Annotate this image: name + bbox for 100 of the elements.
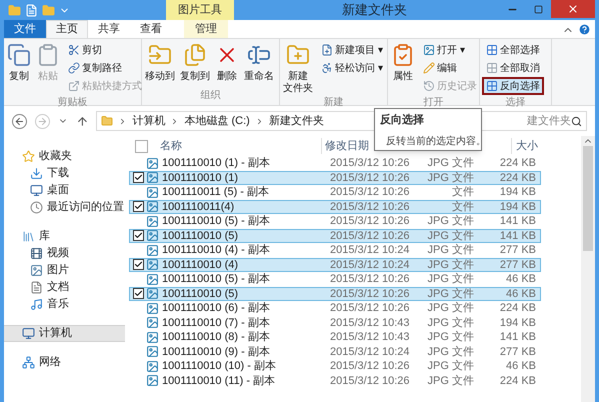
file-row[interactable]: 1001110010 (7) - 副本 2015/3/12 10:43 JPG 文件 194 KB xyxy=(129,316,541,330)
up-button[interactable] xyxy=(76,114,88,128)
group-label: 打开 xyxy=(422,96,444,110)
checkbox-icon[interactable] xyxy=(132,288,144,300)
select-all-checkbox[interactable] xyxy=(135,140,148,152)
ribbon-button[interactable]: 反向选择 xyxy=(482,77,544,95)
file-name: 1001110010 (1) xyxy=(162,170,240,186)
sidebar-item[interactable]: 文档 xyxy=(4,279,125,296)
sidebar-item[interactable]: 收藏夹 xyxy=(4,148,125,165)
file-type: JPG 文件 xyxy=(426,156,474,171)
file-row[interactable]: 1001110010 (1) 2015/3/12 10:26 JPG 文件 224 KB xyxy=(129,170,541,185)
modified-date: 2015/3/12 10:43 xyxy=(330,330,411,345)
file-row[interactable]: 1001110010 (5) - 副本 2015/3/12 10:26 JPG 文件 46 KB xyxy=(129,272,541,286)
ribbon-button[interactable]: 复制路径 xyxy=(64,59,146,77)
back-button[interactable] xyxy=(12,114,27,128)
ribbon-button[interactable]: 剪切 xyxy=(64,41,146,59)
checkbox-icon[interactable] xyxy=(132,230,144,242)
file-name: 1001110010 (5) xyxy=(162,228,240,244)
file-type: 文件 xyxy=(451,200,474,214)
ribbon-button[interactable]: 新建 文件夹 xyxy=(282,39,314,95)
image-file-icon xyxy=(146,345,159,358)
file-type: JPG 文件 xyxy=(426,242,474,258)
file-row[interactable]: 1001110010 (9) - 副本 2015/3/12 10:24 JPG 文件 277 KB xyxy=(129,344,541,359)
ribbon-button[interactable]: 复制 xyxy=(6,39,32,83)
ribbon-button[interactable]: 编辑 xyxy=(419,59,481,77)
open-icon xyxy=(423,44,435,56)
checkbox-icon[interactable] xyxy=(132,259,144,270)
ribbon-tab[interactable]: 主页 xyxy=(46,20,88,38)
file-row[interactable]: 1001110010 (4) - 副本 2015/3/12 10:24 JPG 文件 277 KB xyxy=(129,243,541,258)
close-button[interactable] xyxy=(551,0,595,18)
file-type: JPG 文件 xyxy=(426,272,474,287)
sidebar-item[interactable]: 最近访问的位置 xyxy=(4,199,125,216)
checkbox-icon[interactable] xyxy=(132,172,144,184)
column-header[interactable]: 大小 xyxy=(511,138,571,154)
file-name: 1001110010 (4) xyxy=(162,258,240,272)
modified-date: 2015/3/12 10:26 xyxy=(330,228,411,244)
file-type: 文件 xyxy=(451,184,474,200)
file-tab[interactable]: 文件 xyxy=(4,20,46,38)
breadcrumb[interactable]: 新建文件夹 xyxy=(268,112,324,130)
file-type: JPG 文件 xyxy=(426,374,474,388)
computer-icon xyxy=(22,327,35,340)
sidebar-item[interactable]: 图片 xyxy=(4,262,125,279)
file-type: JPG 文件 xyxy=(426,316,474,330)
file-row[interactable]: 1001110010 (1) - 副本 2015/3/12 10:26 JPG 文件 224 KB xyxy=(129,156,541,170)
file-name: 1001110010 (1) - 副本 xyxy=(162,156,271,171)
ribbon-button[interactable]: 打开 ▾ xyxy=(419,41,481,59)
ribbon-button[interactable]: 复制到 xyxy=(179,39,211,83)
modified-date: 2015/3/12 10:24 xyxy=(330,344,411,360)
file-row[interactable]: 1001110010 (8) - 副本 2015/3/12 10:43 JPG 文件 141 KB xyxy=(129,330,541,344)
image-file-icon xyxy=(146,214,159,228)
modified-date: 2015/3/12 10:26 xyxy=(330,359,411,374)
modified-date: 2015/3/12 10:26 xyxy=(330,185,411,200)
checkbox-icon[interactable] xyxy=(132,201,144,212)
ribbon-tab[interactable]: 查看 xyxy=(130,20,172,38)
file-type: JPG 文件 xyxy=(426,214,474,229)
file-row[interactable]: 1001110010 (10) - 副本 2015/3/12 10:26 JPG 文件 46 KB xyxy=(129,359,541,374)
ribbon-tab[interactable]: 共享 xyxy=(88,20,130,38)
ribbon-button[interactable]: 重命名 xyxy=(243,39,275,83)
ribbon-tab[interactable]: 管理 xyxy=(184,20,228,38)
file-size: 194 KB xyxy=(498,185,536,200)
sidebar-item[interactable]: 库 xyxy=(4,228,125,245)
scrollbar[interactable] xyxy=(581,136,595,402)
modified-date: 2015/3/12 10:26 xyxy=(330,170,411,186)
file-row[interactable]: 1001110010 (5) 2015/3/12 10:26 JPG 文件 141 KB xyxy=(129,228,541,243)
file-row[interactable]: 1001110011(4) 2015/3/12 10:26 文件 194 KB xyxy=(129,200,541,214)
ribbon-button[interactable]: 属性 xyxy=(390,39,416,83)
file-row[interactable]: 1001110010 (11) - 副本 2015/3/12 10:26 JPG 文件 224 KB xyxy=(129,374,541,388)
library-icon xyxy=(22,230,35,243)
file-row[interactable]: 1001110010 (5) - 副本 2015/3/12 10:26 JPG 文件 141 KB xyxy=(129,214,541,228)
file-size: 224 KB xyxy=(498,301,536,316)
sidebar-item[interactable]: 视频 xyxy=(4,245,125,262)
file-row[interactable]: 1001110010 (6) - 副本 2015/3/12 10:26 JPG 文件 224 KB xyxy=(129,301,541,316)
ribbon-button[interactable]: 新建项目 ▾ xyxy=(317,41,387,59)
ribbon-button[interactable]: 轻松访问 ▾ xyxy=(317,59,387,77)
ribbon-button[interactable]: 全部选择 xyxy=(482,41,544,59)
sidebar-item[interactable]: 计算机 xyxy=(4,325,125,342)
sidebar-item[interactable]: 网络 xyxy=(4,354,125,371)
file-row[interactable]: 1001110010 (4) 2015/3/12 10:24 JPG 文件 277 KB xyxy=(129,258,541,272)
path-icon xyxy=(68,62,80,74)
sidebar-item[interactable]: 音乐 xyxy=(4,296,125,313)
breadcrumb[interactable]: 计算机 xyxy=(132,112,166,130)
file-name: 1001110010 (5) xyxy=(162,286,240,302)
close-icon xyxy=(567,3,579,15)
file-row[interactable]: 1001110011 (5) - 副本 2015/3/12 10:26 文件 194 KB xyxy=(129,185,541,200)
invert-selection-icon xyxy=(486,80,498,92)
modified-date: 2015/3/12 10:26 xyxy=(330,301,411,316)
sidebar-item[interactable]: 下载 xyxy=(4,165,125,182)
column-header[interactable]: 名称 xyxy=(156,138,321,154)
help-icon[interactable] xyxy=(578,23,591,36)
edit-icon xyxy=(423,62,435,74)
sidebar-item[interactable]: 桌面 xyxy=(4,182,125,199)
ribbon-button[interactable]: 移动到 xyxy=(144,39,176,83)
file-row[interactable]: 1001110010 (5) 2015/3/12 10:26 JPG 文件 46 KB xyxy=(129,286,541,301)
file-size: 277 KB xyxy=(498,344,536,360)
shortcut-icon xyxy=(68,80,80,92)
ribbon-button[interactable]: 全部取消 xyxy=(482,59,544,77)
breadcrumb[interactable]: 本地磁盘 (C:) xyxy=(184,112,250,130)
ribbon-button[interactable]: 删除 xyxy=(214,39,240,83)
file-type: JPG 文件 xyxy=(426,228,474,244)
star-icon xyxy=(22,150,35,163)
